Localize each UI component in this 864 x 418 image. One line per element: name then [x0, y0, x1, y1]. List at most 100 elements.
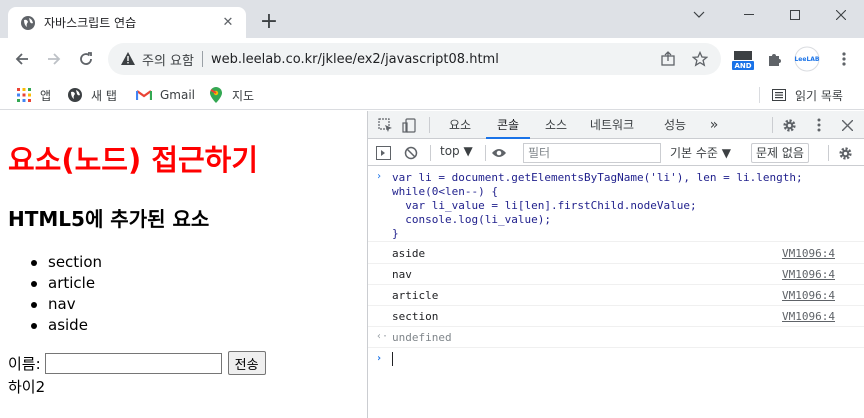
- maps-pin-icon: [208, 87, 224, 103]
- bookmark-gmail[interactable]: Gmail: [136, 85, 195, 105]
- reload-button[interactable]: [74, 47, 98, 71]
- browser-tab[interactable]: 자바스크립트 연습 ✕: [8, 7, 246, 38]
- divider: [430, 145, 431, 161]
- address-bar[interactable]: 주의 요함 web.leelab.co.kr/jklee/ex2/javascr…: [108, 43, 721, 75]
- command-code: var li = document.getElementsByTagName('…: [392, 171, 803, 241]
- reading-list-button[interactable]: 읽기 목록: [771, 85, 843, 105]
- command-chevron-icon: ›: [376, 171, 383, 182]
- log-source-link[interactable]: VM1096:4: [782, 268, 835, 281]
- bookmark-apps[interactable]: 앱: [16, 85, 51, 105]
- back-button[interactable]: [10, 47, 34, 71]
- context-select[interactable]: top ▼: [440, 144, 473, 158]
- device-toolbar-icon[interactable]: [400, 116, 418, 134]
- code-line: var li_value = li[len].firstChild.nodeVa…: [392, 199, 697, 212]
- log-source-link[interactable]: VM1096:4: [782, 289, 835, 302]
- profile-avatar[interactable]: LeeLAB: [793, 46, 821, 72]
- console-result: undefined: [392, 331, 452, 344]
- chevron-down-icon[interactable]: [676, 0, 722, 30]
- divider: [828, 145, 829, 161]
- list-item: section: [30, 253, 103, 271]
- gmail-icon: [136, 87, 152, 103]
- bookmark-new-tab[interactable]: 새 탭: [67, 85, 117, 105]
- name-label: 이름:: [8, 354, 41, 373]
- browser-toolbar: 주의 요함 web.leelab.co.kr/jklee/ex2/javascr…: [0, 38, 864, 80]
- divider: [201, 51, 203, 67]
- more-menu-icon[interactable]: [832, 47, 856, 71]
- inspect-element-icon[interactable]: [376, 116, 394, 134]
- bookmarks-bar: 앱 새 탭 Gmail 지도 읽기 목록: [0, 80, 864, 110]
- list-item: nav: [30, 294, 102, 315]
- return-arrow-icon: ‹·: [376, 331, 389, 342]
- code-line: }: [392, 227, 399, 240]
- code-line: var li = document.getElementsByTagName('…: [392, 171, 803, 184]
- log-message: section: [392, 310, 439, 323]
- console-command-entry: › var li = document.getElementsByTagName…: [368, 167, 864, 242]
- tab-performance[interactable]: 성능: [654, 111, 696, 139]
- eye-icon[interactable]: [490, 144, 508, 162]
- reading-list-icon: [771, 87, 787, 103]
- code-line: while(0<len--) {: [392, 185, 498, 198]
- bookmark-maps[interactable]: 지도: [208, 85, 254, 105]
- more-tabs-icon[interactable]: »: [702, 111, 726, 139]
- profile-label: LeeLAB: [794, 56, 820, 63]
- sidebar-toggle-icon[interactable]: [374, 144, 392, 162]
- devtools-more-icon[interactable]: [810, 116, 828, 134]
- bookmark-label: 지도: [232, 88, 255, 103]
- warning-icon[interactable]: [120, 51, 136, 67]
- bookmark-label: 새 탭: [91, 88, 117, 103]
- name-form: 이름: 전송: [8, 351, 266, 375]
- puzzle-icon[interactable]: [763, 47, 787, 71]
- close-devtools-icon[interactable]: [838, 116, 856, 134]
- new-tab-button[interactable]: +: [258, 11, 280, 34]
- devtools-tab-bar: 요소 콘솔 소스 네트워크 성능 »: [368, 111, 864, 139]
- log-message: nav: [392, 268, 412, 281]
- tab-network[interactable]: 네트워크: [582, 111, 642, 139]
- page-heading: 요소(노드) 접근하기: [8, 143, 259, 177]
- bookmark-label: 앱: [40, 88, 52, 103]
- log-message: article: [392, 289, 439, 302]
- log-source-link[interactable]: VM1096:4: [782, 310, 835, 323]
- forward-button[interactable]: [42, 47, 66, 71]
- close-tab-icon[interactable]: ✕: [220, 15, 236, 31]
- url-text[interactable]: web.leelab.co.kr/jklee/ex2/javascript08.…: [211, 52, 657, 67]
- share-icon[interactable]: [657, 48, 679, 70]
- extension-and-icon[interactable]: AND: [731, 47, 755, 71]
- prompt-chevron-icon: ›: [376, 353, 383, 364]
- tab-elements[interactable]: 요소: [440, 111, 480, 139]
- security-label[interactable]: 주의 요함: [142, 50, 194, 69]
- minimize-button[interactable]: [726, 0, 772, 30]
- clear-console-icon[interactable]: [402, 144, 420, 162]
- tab-title: 자바스크립트 연습: [44, 16, 137, 30]
- reading-list-label: 읽기 목록: [795, 88, 843, 103]
- close-window-button[interactable]: [818, 0, 864, 30]
- devtools-panel: 요소 콘솔 소스 네트워크 성능 » top ▼ 필터 기본 수준 ▼ 문제 없: [367, 111, 864, 418]
- tab-console[interactable]: 콘솔: [486, 111, 530, 139]
- console-filter-input[interactable]: 필터: [523, 143, 661, 163]
- log-message: aside: [392, 247, 426, 260]
- globe-icon: [20, 15, 36, 31]
- console-result-row: ‹· undefined: [368, 327, 864, 348]
- tab-strip: 자바스크립트 연습 ✕ +: [0, 0, 864, 38]
- log-row: article VM1096:4: [368, 285, 864, 306]
- divider: [485, 145, 486, 161]
- text-caret: [392, 352, 393, 366]
- log-level-select[interactable]: 기본 수준 ▼: [670, 144, 731, 161]
- divider: [429, 117, 430, 133]
- apps-grid-icon: [16, 87, 32, 103]
- submit-button[interactable]: 전송: [227, 351, 266, 375]
- divider: [772, 117, 773, 133]
- tab-sources[interactable]: 소스: [536, 111, 576, 139]
- issues-button[interactable]: 문제 없음: [751, 143, 809, 163]
- page-subheading: HTML5에 추가된 요소: [8, 207, 210, 231]
- settings-gear-icon[interactable]: [780, 116, 798, 134]
- name-input[interactable]: [44, 352, 222, 374]
- bookmark-star-icon[interactable]: [689, 48, 711, 70]
- list-item: article: [30, 273, 102, 294]
- extension-badge: AND: [734, 62, 752, 70]
- console-settings-gear-icon[interactable]: [836, 144, 854, 162]
- maximize-button[interactable]: [772, 0, 818, 30]
- console-input[interactable]: ›: [368, 348, 864, 372]
- console-output[interactable]: › var li = document.getElementsByTagName…: [368, 167, 864, 418]
- log-source-link[interactable]: VM1096:4: [782, 247, 835, 260]
- output-text: 하이2: [8, 378, 46, 396]
